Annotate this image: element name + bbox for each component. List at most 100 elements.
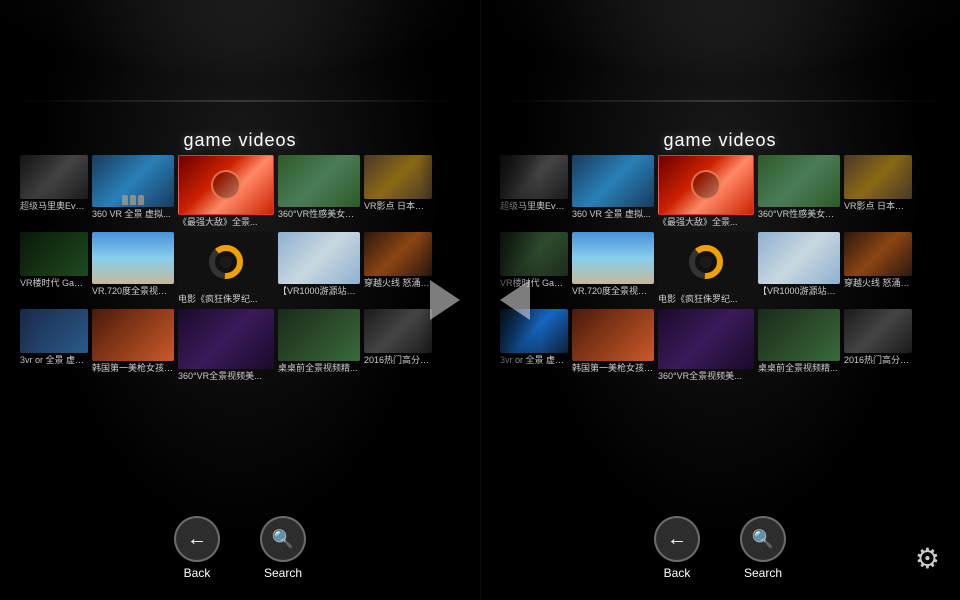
thumbnail bbox=[92, 155, 174, 207]
video-label: 桌桌前全景视频精... bbox=[278, 363, 360, 374]
donut-chart bbox=[687, 243, 725, 281]
video-label: 360 VR 全景 虚拟... bbox=[572, 209, 654, 220]
left-horizon bbox=[0, 100, 480, 102]
video-label: 超级马里奥Every S... bbox=[500, 201, 568, 212]
thumbnail bbox=[364, 232, 432, 276]
video-label: 穿越火线 怒涌 V... bbox=[844, 278, 912, 289]
thumbnail bbox=[178, 309, 274, 369]
search-label: Search bbox=[744, 566, 782, 580]
list-item[interactable]: 桌桌前全景视频精... bbox=[758, 309, 840, 374]
thumbnail bbox=[20, 155, 88, 199]
list-item[interactable]: 桌桌前全景视频精... bbox=[278, 309, 360, 374]
arrow-left-icon bbox=[500, 280, 530, 320]
video-label: 3vr or 全景 虚拟... bbox=[500, 355, 568, 366]
thumbnail bbox=[278, 155, 360, 207]
thumbnail bbox=[278, 309, 360, 361]
video-label: 韩国第一美枪女孩3... bbox=[92, 363, 174, 374]
video-label: 360°VR全景视频美... bbox=[658, 371, 754, 382]
thumbnail bbox=[20, 309, 88, 353]
search-label: Search bbox=[264, 566, 302, 580]
list-item[interactable]: VR.720度全景视频... bbox=[572, 232, 654, 297]
right-row-1: 超级马里奥Every S... 360 VR 全景 虚拟... 《最强大敌》全景… bbox=[500, 155, 940, 228]
vr-screen: game videos 超级马里奥Every S... 36 bbox=[0, 0, 960, 600]
right-search-button[interactable]: 🔍 Search bbox=[740, 516, 786, 580]
right-back-button[interactable]: ← Back bbox=[654, 516, 700, 580]
video-label: 【VR1000游源站】... bbox=[278, 286, 360, 297]
thumbnail bbox=[178, 155, 274, 215]
back-label: Back bbox=[184, 566, 211, 580]
video-label: VR楼时代 Game of... bbox=[20, 278, 88, 289]
right-panel: game videos 超级马里奥Every S... 360 VR 全景 虚拟… bbox=[480, 0, 960, 600]
list-item[interactable]: VR影点 日本妹子的... bbox=[364, 155, 432, 212]
left-nav-arrow[interactable] bbox=[420, 275, 470, 325]
video-label: 桌桌前全景视频精... bbox=[758, 363, 840, 374]
list-item[interactable]: 超级马里奥Every S... bbox=[500, 155, 568, 212]
right-row-3: 3vr or 全景 虚拟... 韩国第一美枪女孩3... 360°VR全景视频美… bbox=[500, 309, 940, 382]
left-row-2: VR楼时代 Game of... VR.720度全景视频... bbox=[20, 232, 460, 305]
video-label: VR影点 日本妹子的... bbox=[364, 201, 432, 212]
video-label: 电影《疯狂侏罗纪... bbox=[178, 294, 274, 305]
left-row-1: 超级马里奥Every S... 360 VR 全景 虚拟... bbox=[20, 155, 460, 228]
thumbnail bbox=[844, 309, 912, 353]
list-item[interactable]: VR.720度全景视频... bbox=[92, 232, 174, 297]
list-item[interactable]: VR楼时代 Game of... bbox=[20, 232, 88, 289]
video-label: 360°VR性感美女舞... bbox=[278, 209, 360, 220]
thumbnail bbox=[758, 232, 840, 284]
search-icon: 🔍 bbox=[272, 529, 294, 550]
video-label: VR影点 日本妹子的... bbox=[844, 201, 912, 212]
thumbnail bbox=[500, 232, 568, 276]
thumbnail bbox=[572, 155, 654, 207]
video-label: 电影《疯狂侏罗纪... bbox=[658, 294, 754, 305]
thumbnail bbox=[658, 309, 754, 369]
back-icon: ← bbox=[667, 528, 687, 551]
video-label: 超级马里奥Every S... bbox=[20, 201, 88, 212]
list-item[interactable]: 【VR1000游源站】... bbox=[758, 232, 840, 297]
video-label: 360°VR性感美女舞... bbox=[758, 209, 840, 220]
left-back-button[interactable]: ← Back bbox=[174, 516, 220, 580]
thumbnail bbox=[178, 232, 274, 292]
list-item[interactable]: 3vr or 全景 虚拟... bbox=[20, 309, 88, 366]
thumbnail bbox=[20, 232, 88, 276]
video-label: 2016热门高分美剧... bbox=[364, 355, 432, 366]
list-item[interactable]: 360 VR 全景 虚拟... bbox=[572, 155, 654, 220]
search-icon-circle: 🔍 bbox=[260, 516, 306, 562]
center-divider bbox=[480, 0, 481, 600]
video-label: VR.720度全景视频... bbox=[92, 286, 174, 297]
list-item[interactable]: 《最强大敌》全景... bbox=[178, 155, 274, 228]
left-panel: game videos 超级马里奥Every S... 36 bbox=[0, 0, 480, 600]
back-icon-circle: ← bbox=[174, 516, 220, 562]
video-label: 《最强大敌》全景... bbox=[658, 217, 754, 228]
right-video-grid: 超级马里奥Every S... 360 VR 全景 虚拟... 《最强大敌》全景… bbox=[500, 155, 940, 385]
list-item[interactable]: 电影《疯狂侏罗纪... bbox=[178, 232, 274, 305]
video-label: 韩国第一美枪女孩3... bbox=[572, 363, 654, 374]
video-label: 《最强大敌》全景... bbox=[178, 217, 274, 228]
list-item[interactable]: 韩国第一美枪女孩3... bbox=[572, 309, 654, 374]
back-icon-circle: ← bbox=[654, 516, 700, 562]
list-item[interactable]: 360°VR性感美女舞... bbox=[758, 155, 840, 220]
list-item[interactable]: 超级马里奥Every S... bbox=[20, 155, 88, 212]
right-nav-arrow[interactable] bbox=[490, 275, 540, 325]
thumbnail bbox=[92, 232, 174, 284]
video-label: 2016热门高分美剧... bbox=[844, 355, 912, 366]
list-item[interactable]: VR影点 日本妹子的... bbox=[844, 155, 912, 212]
gear-icon: ⚙ bbox=[915, 543, 940, 574]
thumbnail bbox=[658, 155, 754, 215]
search-icon: 🔍 bbox=[752, 529, 774, 550]
settings-button[interactable]: ⚙ bbox=[915, 542, 940, 575]
list-item[interactable]: 2016热门高分美剧... bbox=[844, 309, 912, 366]
list-item[interactable]: 360 VR 全景 虚拟... bbox=[92, 155, 174, 220]
thumbnail bbox=[758, 155, 840, 207]
right-bottom-controls: ← Back 🔍 Search bbox=[480, 516, 960, 580]
list-item[interactable]: 360°VR全景视频美... bbox=[658, 309, 754, 382]
list-item[interactable]: 穿越火线 怒涌 V... bbox=[844, 232, 912, 289]
left-bottom-controls: ← Back 🔍 Search bbox=[0, 516, 480, 580]
left-search-button[interactable]: 🔍 Search bbox=[260, 516, 306, 580]
list-item[interactable]: 360°VR全景视频美... bbox=[178, 309, 274, 382]
list-item[interactable]: 《最强大敌》全景... bbox=[658, 155, 754, 228]
left-row-3: 3vr or 全景 虚拟... 韩国第一美枪女孩3... bbox=[20, 309, 460, 382]
list-item[interactable]: 360°VR性感美女舞... bbox=[278, 155, 360, 220]
list-item[interactable]: 电影《疯狂侏罗纪... bbox=[658, 232, 754, 305]
thumbnail bbox=[500, 155, 568, 199]
list-item[interactable]: 韩国第一美枪女孩3... bbox=[92, 309, 174, 374]
list-item[interactable]: 【VR1000游源站】... bbox=[278, 232, 360, 297]
